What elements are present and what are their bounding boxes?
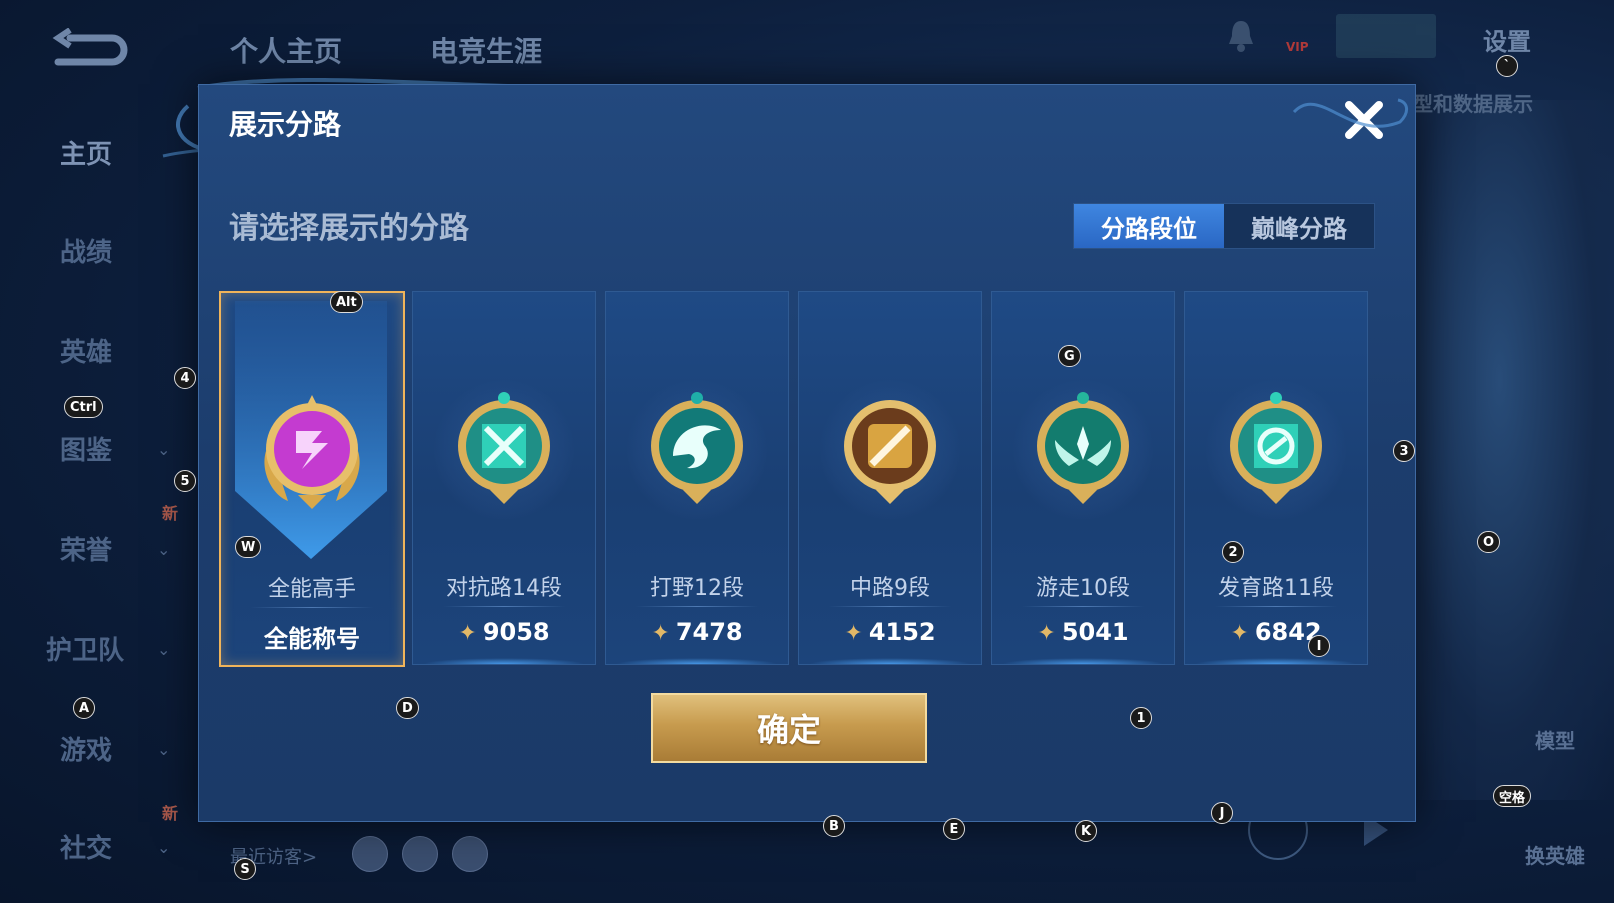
sidebar-item-honor[interactable]: 荣誉 [60,530,112,567]
lane-card-mid[interactable]: 中路9段 ✦ 4152 [798,291,982,665]
points-icon: ✦ [458,621,477,646]
key-hint-w: W [235,536,262,558]
jungle-badge-icon [651,392,743,504]
settings-button[interactable]: 设置 [1483,22,1531,57]
key-hint-d: D [396,697,419,719]
lane-name: 打野12段 [650,576,744,601]
modal-title: 展示分路 [229,108,342,141]
promo-banner[interactable] [1336,14,1436,58]
visitor-avatar[interactable] [352,836,388,872]
key-hint-j: J [1211,802,1233,824]
points-icon: ✦ [651,621,670,646]
key-hint-k: K [1075,820,1098,842]
key-hint-b: B [823,815,845,837]
lane-card-roam[interactable]: 游走10段 ✦ 5041 [991,291,1175,665]
sidebar-item-games[interactable]: 游戏 [60,730,112,767]
key-hint-i: I [1308,635,1330,657]
lane-score: ✦ 5041 [1037,618,1129,646]
key-hint-4: 4 [174,367,196,389]
all-round-badge-icon [264,395,360,509]
key-hint-ctrl: Ctrl [64,396,103,418]
key-hint-space: 空格 [1493,785,1532,807]
new-badge: 新 [162,804,179,823]
bell-icon[interactable] [1226,18,1256,54]
lane-card-farm[interactable]: 发育路11段 ✦ 6842 [1184,291,1368,665]
select-lane-prompt: 请选择展示的分路 [229,211,469,246]
key-hint-s: S [234,858,256,880]
card-divider [1022,606,1144,607]
new-badge: 新 [162,504,179,523]
tab-peak-lane[interactable]: 巅峰分路 [1224,204,1374,248]
sidebar-item-social[interactable]: 社交 [60,828,112,865]
sidebar: 主页 战绩 英雄 图鉴 ⌄ 荣誉 新 ⌄ 护卫队 ⌄ 游戏 ⌄ 社交 新 ⌄ [0,100,200,903]
vip-badge[interactable]: VIP [1286,40,1309,54]
tab-lane-rank[interactable]: 分路段位 [1074,204,1224,248]
sidebar-item-codex[interactable]: 图鉴 [60,430,112,467]
card-divider [251,607,373,608]
lane-score: ✦ 4152 [844,618,936,646]
farm-lane-badge-icon [1230,392,1322,504]
tab-personal-home[interactable]: 个人主页 [230,30,342,70]
card-glow [423,658,585,664]
modal-swoosh-decoration [1292,98,1408,128]
back-arrow-icon[interactable] [50,28,130,68]
switch-hero-button[interactable]: 换英雄 [1525,840,1585,869]
key-hint-o: O [1477,531,1501,553]
lane-score: ✦ 7478 [651,618,743,646]
lane-name: 中路9段 [850,576,930,601]
chevron-down-icon: ⌄ [157,640,171,659]
lane-name: 对抗路14段 [446,576,562,601]
chevron-down-icon: ⌄ [157,440,171,459]
sidebar-item-home[interactable]: 主页 [60,134,112,171]
chevron-down-icon: ⌄ [157,540,171,559]
lane-card-clash[interactable]: 对抗路14段 ✦ 9058 [412,291,596,665]
card-glow [616,658,778,664]
key-hint-5: 5 [174,470,196,492]
key-hint-e: E [943,818,965,840]
lane-name: 发育路11段 [1218,576,1334,601]
card-glow [809,658,971,664]
model-button[interactable]: 模型 [1535,725,1575,754]
card-divider [443,606,565,607]
chevron-down-icon: ⌄ [157,838,171,857]
lane-card-all-round[interactable]: 全能高手 全能称号 [219,291,405,667]
card-divider [636,606,758,607]
clash-lane-badge-icon [458,392,550,504]
visitor-avatar[interactable] [402,836,438,872]
lane-score: ✦ 6842 [1230,618,1322,646]
sidebar-item-record[interactable]: 战绩 [60,232,112,269]
card-glow [1195,658,1357,664]
lane-card-jungle[interactable]: 打野12段 ✦ 7478 [605,291,789,665]
chevron-down-icon: ⌄ [157,740,171,759]
lane-score: ✦ 9058 [458,618,550,646]
key-hint-alt: Alt [330,291,363,313]
tab-esports-career[interactable]: 电竞生涯 [430,30,542,70]
lane-display-modal: 展示分路 请选择展示的分路 分路段位 巅峰分路 全能高手 全能称号 对抗路14段… [198,84,1416,822]
lane-type-tabs: 分路段位 巅峰分路 [1073,203,1375,249]
key-hint-backtick: ` [1496,55,1518,77]
card-glow [1002,658,1164,664]
mid-lane-badge-icon [844,400,936,504]
lane-name: 全能高手 [267,577,356,602]
sidebar-item-heroes[interactable]: 英雄 [60,332,112,369]
hero-model-art [1385,100,1614,800]
key-hint-a: A [73,697,96,719]
card-divider [829,606,951,607]
lane-title: 全能称号 [264,625,360,653]
lane-name: 游走10段 [1036,576,1130,601]
key-hint-2: 2 [1222,541,1244,563]
key-hint-g: G [1058,345,1081,367]
key-hint-1: 1 [1130,707,1152,729]
key-hint-3: 3 [1393,440,1415,462]
card-divider [1215,606,1337,607]
confirm-button[interactable]: 确定 [651,693,927,763]
points-icon: ✦ [844,621,863,646]
points-icon: ✦ [1037,621,1056,646]
roam-badge-icon [1037,392,1129,504]
visitor-avatar[interactable] [452,836,488,872]
points-icon: ✦ [1230,621,1249,646]
data-show-label: 型和数据展示 [1413,92,1533,116]
sidebar-item-guard[interactable]: 护卫队 [46,630,124,667]
